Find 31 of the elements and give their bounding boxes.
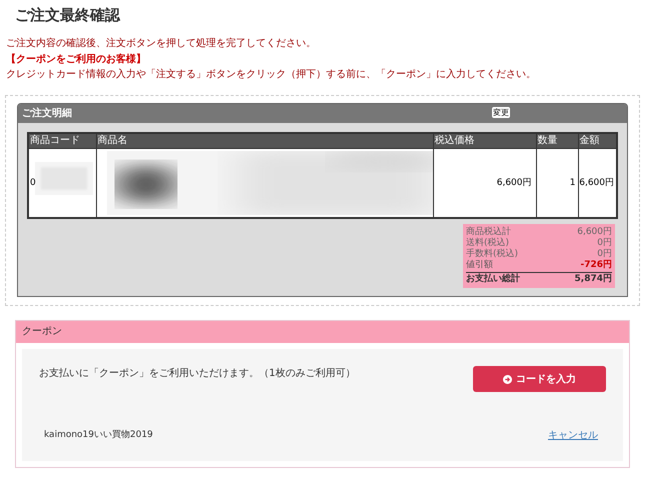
notice-heading: 【クーポンをご利用のお客様】 (6, 52, 147, 67)
table-cell: 6,600円 (496, 178, 532, 188)
summary-label: 値引額 (466, 260, 493, 271)
summary-value: 0円 (597, 249, 612, 260)
column-header: 金額 (578, 133, 617, 148)
summary-value: 0円 (597, 238, 612, 249)
summary-label: 商品税込計 (466, 227, 511, 238)
summary-value: 6,600円 (577, 227, 612, 238)
column-header: 数量 (536, 133, 578, 148)
coupon-description: お支払いに「クーポン」をご利用いただけます。（1枚のみご利用可） (39, 366, 356, 381)
panel-title: ご注文明細 (22, 106, 72, 121)
table-cell: 6,600円 (579, 178, 614, 188)
summary-value: 5,874円 (574, 274, 612, 285)
column-header: 商品名 (96, 133, 433, 148)
table-cell: 0 (29, 178, 36, 188)
enter-code-button[interactable]: コードを入力 (473, 366, 606, 392)
column-header: 税込価格 (433, 133, 536, 148)
summary-label: 送料(税込) (466, 238, 510, 248)
page-title: ご注文最終確認 (14, 5, 122, 26)
notice-text: クレジットカード情報の入力や「注文する」ボタンをクリック（押下）する前に、「クーポン」に入力してください。 (6, 68, 537, 82)
coupon-title: クーポン (16, 321, 629, 343)
column-header: 商品コード (28, 133, 96, 148)
summary-label: お支払い総計 (466, 274, 520, 285)
notice-text: ご注文内容の確認後、注文ボタンを押して処理を完了してください。 (6, 36, 317, 51)
summary-value: -726円 (580, 260, 612, 271)
summary-label: 手数料(税込) (466, 249, 518, 260)
applied-coupon-code: kaimono19いい買物2019 (44, 429, 153, 442)
arrow-circle-icon (503, 374, 512, 384)
cancel-link[interactable]: キャンセル (548, 428, 598, 443)
change-button[interactable]: 変更 (492, 107, 510, 118)
table-cell: 1 (570, 178, 576, 188)
